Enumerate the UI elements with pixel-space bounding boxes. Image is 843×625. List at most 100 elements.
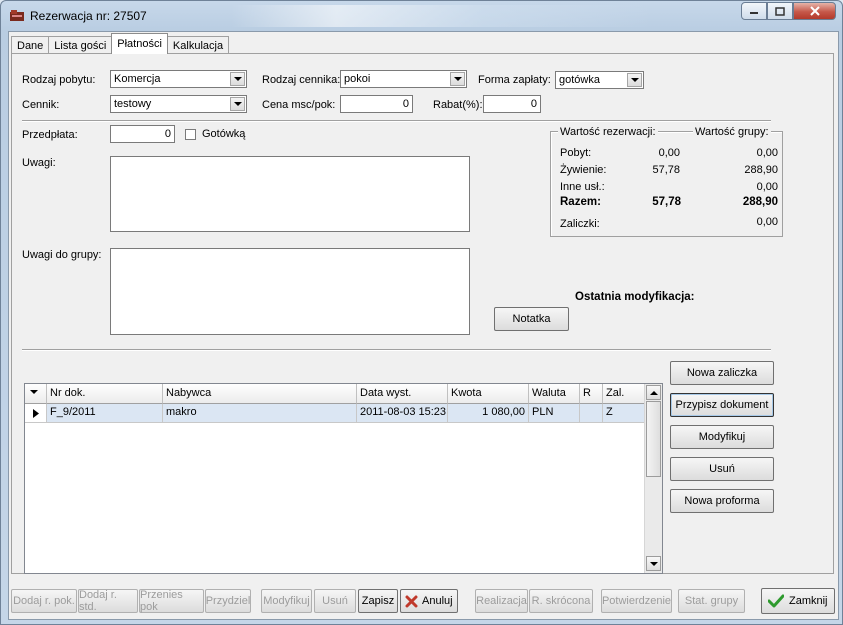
close-button[interactable] bbox=[793, 2, 836, 20]
cennik-value: testowy bbox=[114, 98, 152, 110]
client-area: Dane Lista gości Płatności Kalkulacja Ro… bbox=[8, 31, 839, 620]
anuluj-button[interactable]: Anuluj bbox=[400, 589, 458, 613]
grid-header-nr-dok[interactable]: Nr dok. bbox=[47, 384, 163, 404]
modyfikuj-bottom-button[interactable]: Modyfikuj bbox=[261, 589, 312, 613]
row-pointer-icon bbox=[33, 409, 39, 418]
zamknij-button[interactable]: Zamknij bbox=[761, 588, 835, 614]
chevron-down-icon[interactable] bbox=[230, 97, 245, 111]
maximize-button[interactable] bbox=[767, 2, 793, 20]
cena-input[interactable]: 0 bbox=[340, 95, 413, 113]
przydziel-button[interactable]: Przydziel bbox=[205, 589, 251, 613]
separator bbox=[22, 349, 771, 351]
summary-grp-zywienie: 288,90 bbox=[744, 164, 778, 176]
rabat-label: Rabat(%): bbox=[433, 99, 483, 111]
gotowka-label: Gotówką bbox=[202, 128, 246, 140]
chevron-down-icon[interactable] bbox=[450, 72, 465, 86]
grid-indicator-header[interactable] bbox=[25, 384, 47, 404]
row-indicator[interactable] bbox=[25, 404, 47, 423]
summary-grp-razem: 288,90 bbox=[742, 196, 778, 208]
summary-rez-pobyt: 0,00 bbox=[658, 147, 680, 159]
scroll-thumb[interactable] bbox=[646, 401, 661, 477]
tab-kalkulacja[interactable]: Kalkulacja bbox=[166, 36, 230, 54]
grid-header-zal[interactable]: Zal. bbox=[603, 384, 646, 404]
rodzaj-cennika-label: Rodzaj cennika: bbox=[262, 74, 341, 86]
tab-strip: Dane Lista gości Płatności Kalkulacja bbox=[11, 33, 230, 54]
notatka-button[interactable]: Notatka bbox=[494, 307, 569, 331]
zapisz-button[interactable]: Zapisz bbox=[358, 589, 398, 613]
ostatnia-modyfikacja-label: Ostatnia modyfikacja: bbox=[575, 291, 695, 303]
summary-label-inne: Inne usł.: bbox=[560, 181, 605, 193]
window-title: Rezerwacja nr: 27507 bbox=[30, 9, 147, 23]
minimize-button[interactable] bbox=[741, 2, 767, 20]
table-row-nabywca[interactable]: makro bbox=[163, 404, 357, 423]
rodzaj-pobytu-label: Rodzaj pobytu: bbox=[22, 74, 96, 86]
chevron-down-icon[interactable] bbox=[230, 72, 245, 86]
usun-button[interactable]: Usuń bbox=[670, 457, 774, 481]
chevron-down-icon[interactable] bbox=[627, 73, 642, 87]
rodzaj-pobytu-value: Komercja bbox=[114, 73, 161, 85]
grid-scrollbar[interactable] bbox=[644, 384, 662, 573]
table-row-zal[interactable]: Z bbox=[603, 404, 646, 423]
reservation-window: Rezerwacja nr: 27507 Dane Lista gości Pł… bbox=[0, 0, 843, 625]
tab-lista-gosci[interactable]: Lista gości bbox=[48, 36, 113, 54]
przypisz-dokument-button[interactable]: Przypisz dokument bbox=[670, 393, 774, 417]
r-skrocona-button[interactable]: R. skrócona bbox=[529, 589, 593, 613]
cancel-x-icon bbox=[405, 595, 418, 607]
scroll-up-button[interactable] bbox=[646, 385, 661, 400]
summary-grp-inne: 0,00 bbox=[756, 181, 778, 193]
forma-zaplaty-select[interactable]: gotówka bbox=[555, 71, 644, 89]
scroll-down-button[interactable] bbox=[646, 556, 661, 571]
title-bar[interactable]: Rezerwacja nr: 27507 bbox=[1, 1, 842, 31]
cennik-label: Cennik: bbox=[22, 99, 60, 111]
nowa-proforma-button[interactable]: Nowa proforma bbox=[670, 489, 774, 513]
przedplata-input[interactable]: 0 bbox=[110, 125, 175, 143]
stat-grupy-button[interactable]: Stat. grupy bbox=[678, 589, 745, 613]
grid-header-r[interactable]: R bbox=[580, 384, 603, 404]
usun-bottom-button[interactable]: Usuń bbox=[314, 589, 356, 613]
uwagi-grupy-label: Uwagi do grupy: bbox=[22, 249, 102, 261]
minimize-icon bbox=[750, 12, 758, 14]
przedplata-label: Przedpłata: bbox=[22, 129, 78, 141]
uwagi-grupy-textarea[interactable] bbox=[110, 248, 470, 335]
potwierdzenie-button[interactable]: Potwierdzenie bbox=[601, 589, 672, 613]
cennik-select[interactable]: testowy bbox=[110, 95, 247, 113]
nowa-zaliczka-button[interactable]: Nowa zaliczka bbox=[670, 361, 774, 385]
modyfikuj-button[interactable]: Modyfikuj bbox=[670, 425, 774, 449]
summary-grp-header: Wartość grupy: bbox=[693, 126, 771, 138]
separator bbox=[22, 120, 771, 122]
dodaj-pok-button[interactable]: Dodaj r. pok. bbox=[11, 589, 77, 613]
summary-rez-razem: 57,78 bbox=[652, 196, 681, 208]
dodaj-std-button[interactable]: Dodaj r. std. bbox=[78, 589, 138, 613]
summary-grp-pobyt: 0,00 bbox=[756, 147, 778, 159]
summary-rez-header: Wartość rezerwacji: bbox=[558, 126, 658, 138]
uwagi-label: Uwagi: bbox=[22, 157, 56, 169]
summary-rez-zywienie: 57,78 bbox=[652, 164, 680, 176]
realizacja-button[interactable]: Realizacja bbox=[475, 589, 528, 613]
grid-header-data[interactable]: Data wyst. bbox=[357, 384, 448, 404]
close-icon bbox=[809, 6, 820, 16]
table-row-r[interactable] bbox=[580, 404, 603, 423]
payments-panel: Rodzaj pobytu: Komercja Rodzaj cennika: … bbox=[11, 53, 834, 574]
przenies-pok-button[interactable]: Przenies pok bbox=[139, 589, 204, 613]
rodzaj-cennika-value: pokoi bbox=[344, 73, 371, 85]
cena-label: Cena msc/pok: bbox=[262, 99, 336, 111]
table-row-data[interactable]: 2011-08-03 15:23 bbox=[357, 404, 448, 423]
rodzaj-pobytu-select[interactable]: Komercja bbox=[110, 70, 247, 88]
tab-platnosci[interactable]: Płatności bbox=[111, 33, 168, 54]
gotowka-checkbox[interactable] bbox=[185, 129, 196, 140]
summary-label-razem: Razem: bbox=[560, 196, 601, 208]
rabat-input[interactable]: 0 bbox=[483, 95, 541, 113]
forma-zaplaty-label: Forma zapłaty: bbox=[478, 74, 551, 86]
grid-header-nabywca[interactable]: Nabywca bbox=[163, 384, 357, 404]
payments-grid[interactable]: Nr dok. Nabywca Data wyst. Kwota Waluta … bbox=[24, 383, 663, 574]
rodzaj-cennika-select[interactable]: pokoi bbox=[340, 70, 467, 88]
table-row-nr-dok[interactable]: F_9/2011 bbox=[47, 404, 163, 423]
forma-zaplaty-value: gotówka bbox=[559, 74, 600, 86]
table-row-kwota[interactable]: 1 080,00 bbox=[448, 404, 529, 423]
grid-header-waluta[interactable]: Waluta bbox=[529, 384, 580, 404]
summary-label-zaliczki: Zaliczki: bbox=[560, 218, 600, 230]
uwagi-textarea[interactable] bbox=[110, 156, 470, 232]
grid-header-kwota[interactable]: Kwota bbox=[448, 384, 529, 404]
table-row-waluta[interactable]: PLN bbox=[529, 404, 580, 423]
tab-dane[interactable]: Dane bbox=[11, 36, 50, 54]
